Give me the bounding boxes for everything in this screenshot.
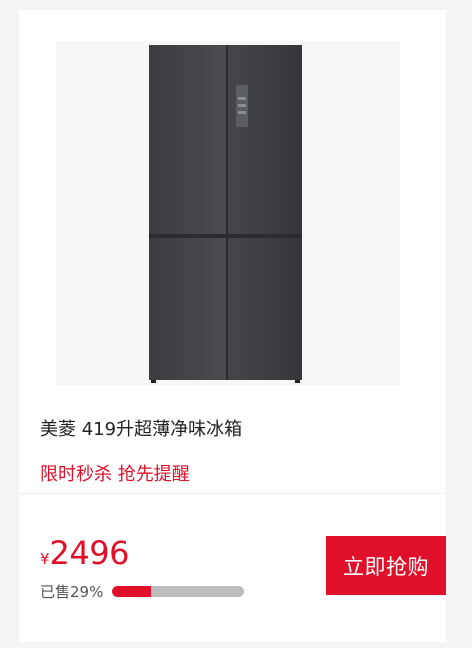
sold-progress-bar	[112, 585, 245, 597]
buy-now-button[interactable]: 立即抢购	[326, 536, 446, 595]
product-title[interactable]: 美菱 419升超薄净味冰箱	[40, 418, 242, 442]
product-card[interactable]: 美菱 419升超薄净味冰箱 限时秒杀 抢先提醒 ¥2496 已售29% 立即抢购	[19, 10, 446, 642]
product-image[interactable]	[56, 41, 400, 385]
sold-progress-fill	[112, 585, 151, 597]
sold-percent-label: 已售29%	[40, 582, 104, 601]
divider	[19, 493, 446, 494]
price: ¥2496	[40, 533, 129, 579]
sales-progress: 已售29%	[40, 580, 245, 602]
refrigerator-icon	[149, 45, 302, 383]
currency-symbol: ¥	[40, 550, 50, 568]
flash-sale-reminder[interactable]: 限时秒杀 抢先提醒	[40, 463, 190, 487]
price-amount: 2496	[49, 534, 130, 572]
